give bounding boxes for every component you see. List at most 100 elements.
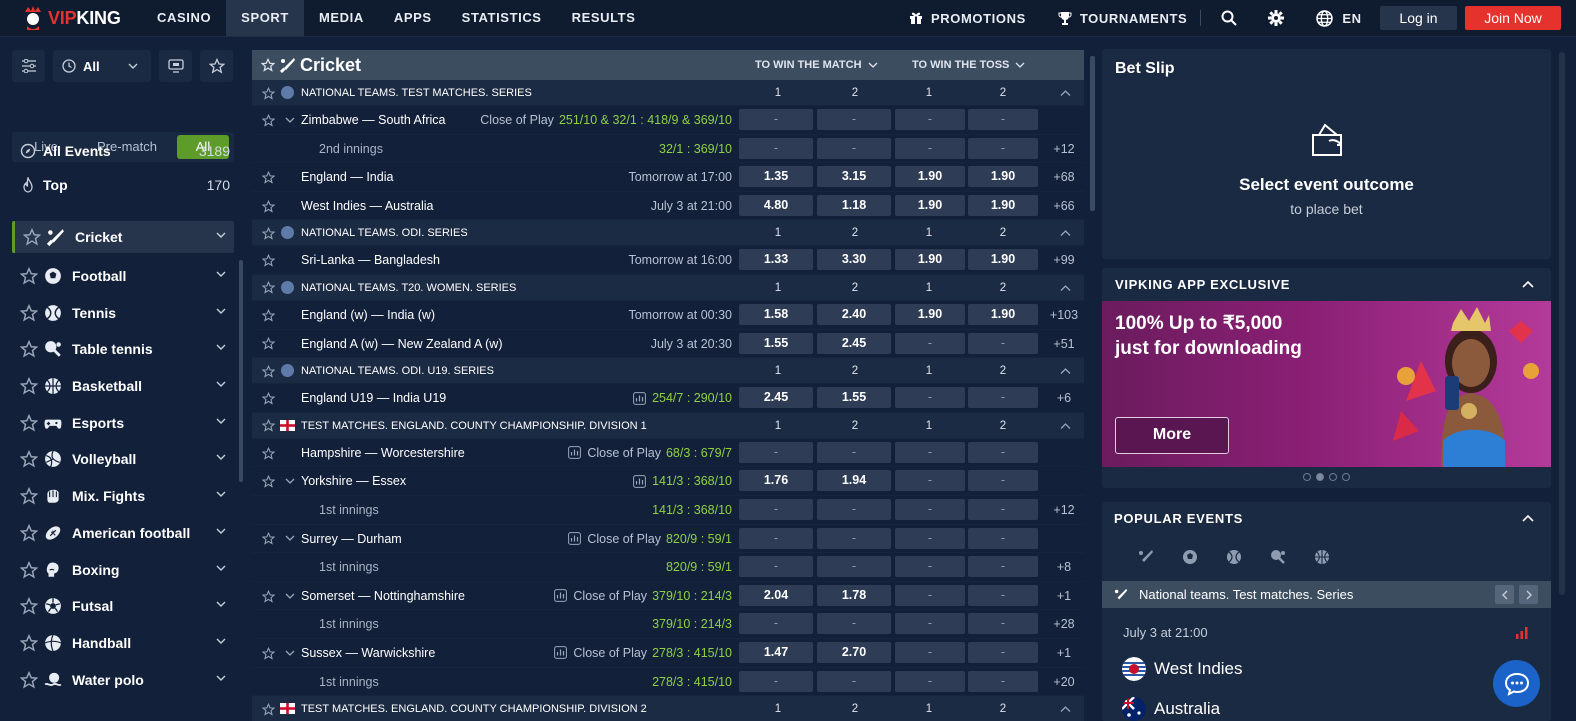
- sidebar-item-volleyball[interactable]: Volleyball: [12, 441, 234, 478]
- event-row[interactable]: Hampshire — Worcestershire Close of Play 6…: [252, 438, 1084, 468]
- odds-button[interactable]: -: [739, 137, 813, 159]
- star-icon[interactable]: [262, 86, 275, 100]
- star-icon[interactable]: [262, 113, 275, 127]
- join-button[interactable]: Join Now: [1465, 6, 1561, 30]
- nav-media[interactable]: MEDIA: [304, 0, 379, 36]
- star-icon[interactable]: [20, 450, 38, 468]
- odds-button[interactable]: 1.55: [739, 332, 813, 354]
- sub-market-row[interactable]: 1st innings 820/9 : 59/1- - - - +8: [252, 553, 1084, 582]
- stats-icon[interactable]: [554, 589, 568, 603]
- star-icon[interactable]: [20, 560, 38, 579]
- more-markets-count[interactable]: +66: [1049, 192, 1079, 220]
- table-tennis-icon[interactable]: [1270, 549, 1286, 565]
- star-icon[interactable]: [262, 391, 275, 405]
- odds-button[interactable]: 2.40: [817, 303, 891, 325]
- carousel-dot[interactable]: [1303, 473, 1311, 481]
- market-select-toss[interactable]: TO WIN THE TOSS: [912, 50, 1025, 80]
- odds-button[interactable]: -: [968, 527, 1038, 549]
- event-row[interactable]: England — India Tomorrow at 17:00 1.35 3.15…: [252, 163, 1084, 192]
- chevron-down-icon[interactable]: [285, 650, 295, 656]
- more-markets-count[interactable]: +68: [1049, 163, 1079, 191]
- chevron-up-icon[interactable]: [1060, 230, 1071, 237]
- star-icon[interactable]: [20, 267, 38, 285]
- sidebar-item-futsal[interactable]: Futsal: [12, 588, 234, 625]
- odds-button[interactable]: 4.80: [739, 194, 813, 216]
- more-markets-count[interactable]: +6: [1049, 384, 1079, 412]
- odds-button[interactable]: 3.30: [817, 249, 891, 271]
- star-icon[interactable]: [262, 702, 275, 716]
- star-icon[interactable]: [20, 523, 38, 542]
- sub-market-row[interactable]: 1st innings 278/3 : 415/10- - - - +20: [252, 667, 1084, 697]
- promotions-link[interactable]: PROMOTIONS: [909, 11, 1026, 26]
- odds-button[interactable]: -: [895, 332, 965, 354]
- stats-icon[interactable]: [633, 391, 646, 405]
- multiview-button[interactable]: [159, 50, 192, 82]
- stats-icon[interactable]: [568, 532, 582, 545]
- cricket-icon[interactable]: [1138, 549, 1154, 565]
- odds-button[interactable]: 2.45: [739, 387, 813, 409]
- odds-button[interactable]: -: [817, 556, 891, 578]
- carousel-dot[interactable]: [1329, 473, 1337, 481]
- event-row[interactable]: Sri-Lanka — Bangladesh Tomorrow at 16:00 1…: [252, 246, 1084, 275]
- sidebar-item-football[interactable]: Football: [12, 258, 234, 295]
- more-markets-count[interactable]: +8: [1049, 553, 1079, 581]
- event-row[interactable]: England U19 — India U19 254/7 : 290/10 2.4…: [252, 384, 1084, 413]
- odds-button[interactable]: -: [968, 613, 1038, 635]
- odds-button[interactable]: 1.90: [968, 166, 1038, 188]
- sidebar-item-esports[interactable]: Esports: [12, 404, 234, 441]
- chevron-up-icon[interactable]: [1060, 285, 1071, 291]
- odds-button[interactable]: -: [895, 470, 965, 492]
- sub-market-row[interactable]: 2nd innings 32/1 : 369/10- - - - +12: [252, 134, 1084, 164]
- star-icon[interactable]: [20, 670, 38, 689]
- nav-casino[interactable]: CASINO: [142, 0, 226, 36]
- star-icon[interactable]: [23, 228, 41, 246]
- more-markets-count[interactable]: +28: [1049, 610, 1079, 638]
- sidebar-item-mix-fights[interactable]: Mix. Fights: [12, 478, 234, 515]
- odds-button[interactable]: -: [895, 613, 965, 635]
- sub-market-row[interactable]: 1st innings 379/10 : 214/3- - - - +28: [252, 610, 1084, 639]
- star-icon[interactable]: [20, 633, 38, 652]
- odds-button[interactable]: 1.90: [895, 249, 965, 271]
- market-select-match[interactable]: TO WIN THE MATCH: [755, 50, 878, 80]
- promo-more-button[interactable]: More: [1115, 417, 1229, 454]
- event-row[interactable]: England (w) — India (w) Tomorrow at 00:30…: [252, 300, 1084, 330]
- odds-button[interactable]: 2.04: [739, 584, 813, 606]
- language-selector[interactable]: EN: [1342, 11, 1361, 26]
- odds-button[interactable]: -: [739, 613, 813, 635]
- chevron-up-icon[interactable]: [1522, 515, 1534, 522]
- chat-button[interactable]: [1493, 660, 1540, 707]
- popular-league-bar[interactable]: National teams. Test matches. Series: [1102, 581, 1551, 608]
- odds-button[interactable]: -: [968, 498, 1038, 520]
- star-icon[interactable]: [262, 646, 275, 660]
- odds-button[interactable]: -: [817, 109, 891, 130]
- star-icon[interactable]: [262, 199, 275, 213]
- star-icon[interactable]: [20, 487, 38, 505]
- star-icon[interactable]: [20, 413, 38, 432]
- more-markets-count[interactable]: +103: [1049, 301, 1079, 329]
- chevron-up-icon[interactable]: [1522, 281, 1534, 288]
- odds-button[interactable]: -: [817, 498, 891, 520]
- sidebar-scrollbar[interactable]: [239, 260, 243, 482]
- odds-button[interactable]: 1.35: [739, 166, 813, 188]
- odds-button[interactable]: -: [739, 556, 813, 578]
- odds-button[interactable]: 3.15: [817, 166, 891, 188]
- event-row[interactable]: Zimbabwe — South Africa Close of Play 251/…: [252, 106, 1084, 135]
- odds-button[interactable]: 1.90: [968, 194, 1038, 216]
- filter-settings-button[interactable]: [12, 50, 45, 82]
- odds-button[interactable]: 1.90: [895, 194, 965, 216]
- event-row[interactable]: England A (w) — New Zealand A (w) July 3 …: [252, 329, 1084, 359]
- odds-button[interactable]: -: [817, 137, 891, 159]
- sidebar-item-cricket[interactable]: Cricket: [12, 221, 234, 253]
- star-icon[interactable]: [262, 308, 275, 322]
- odds-button[interactable]: -: [739, 498, 813, 520]
- more-markets-count[interactable]: +20: [1049, 668, 1079, 696]
- right-scrollbar[interactable]: [1559, 52, 1565, 595]
- team-2[interactable]: Australia: [1122, 697, 1220, 721]
- favorites-button[interactable]: [200, 50, 233, 82]
- odds-button[interactable]: -: [895, 109, 965, 130]
- star-icon[interactable]: [20, 597, 38, 615]
- team-1[interactable]: West Indies: [1122, 657, 1243, 681]
- odds-button[interactable]: -: [895, 498, 965, 520]
- tournaments-link[interactable]: TOURNAMENTS: [1058, 11, 1187, 26]
- odds-button[interactable]: 1.78: [817, 584, 891, 606]
